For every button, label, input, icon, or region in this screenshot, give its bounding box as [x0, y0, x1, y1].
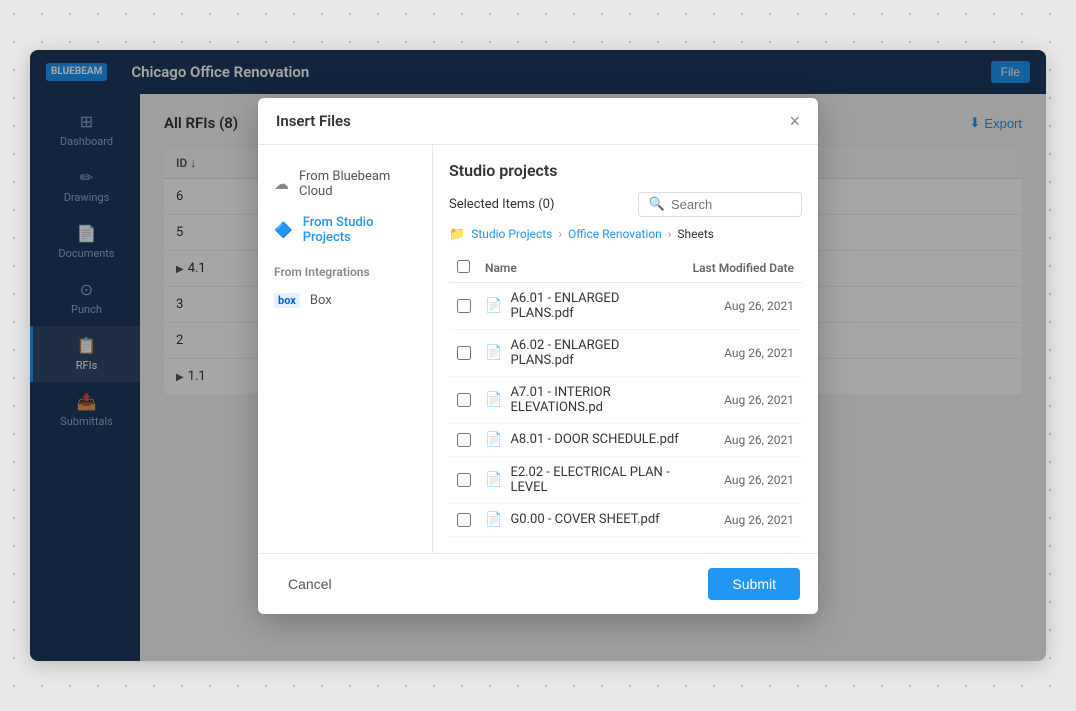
studio-icon: 🔷 [274, 221, 293, 239]
file-check-1 [457, 299, 485, 313]
breadcrumb-sheets: Sheets [677, 227, 714, 241]
insert-files-modal: Insert Files × ☁ From Bluebeam Cloud 🔷 F… [258, 98, 818, 614]
pdf-icon: 📄 [485, 345, 502, 361]
box-logo: box [274, 293, 300, 308]
file-date-4: Aug 26, 2021 [684, 433, 794, 447]
file-checkbox-6[interactable] [457, 513, 471, 527]
file-name-3: A7.01 - INTERIOR ELEVATIONS.pd [510, 385, 684, 415]
breadcrumb-studio-projects[interactable]: Studio Projects [471, 227, 552, 241]
right-panel: Studio projects Selected Items (0) 🔍 📁 S… [433, 145, 818, 553]
left-panel: ☁ From Bluebeam Cloud 🔷 From Studio Proj… [258, 145, 433, 553]
list-item[interactable]: 📄 E2.02 - ELECTRICAL PLAN - LEVEL Aug 26… [449, 457, 802, 504]
file-date-5: Aug 26, 2021 [684, 473, 794, 487]
folder-icon: 📁 [449, 227, 465, 242]
modal-overlay[interactable]: Insert Files × ☁ From Bluebeam Cloud 🔷 F… [30, 50, 1046, 661]
breadcrumb-office-renovation[interactable]: Office Renovation [568, 227, 662, 241]
modal-body: ☁ From Bluebeam Cloud 🔷 From Studio Proj… [258, 145, 818, 553]
file-name-4: A8.01 - DOOR SCHEDULE.pdf [510, 432, 684, 447]
file-check-4 [457, 433, 485, 447]
list-item[interactable]: 📄 G0.00 - COVER SHEET.pdf Aug 26, 2021 [449, 504, 802, 537]
file-list-header: Name Last Modified Date [449, 254, 802, 283]
col-date-header: Last Modified Date [684, 261, 794, 275]
pdf-icon: 📄 [485, 298, 502, 314]
file-checkbox-1[interactable] [457, 299, 471, 313]
studio-projects-label: From Studio Projects [303, 215, 416, 245]
left-panel-item-bluebeam-cloud[interactable]: ☁ From Bluebeam Cloud [258, 161, 432, 207]
file-check-6 [457, 513, 485, 527]
file-date-3: Aug 26, 2021 [684, 393, 794, 407]
file-check-2 [457, 346, 485, 360]
breadcrumb: 📁 Studio Projects › Office Renovation › … [449, 227, 802, 242]
selected-count: Selected Items (0) [449, 197, 554, 212]
pdf-icon: 📄 [485, 472, 502, 488]
breadcrumb-sep-1: › [558, 227, 562, 241]
list-item[interactable]: 📄 A6.02 - ENLARGED PLANS.pdf Aug 26, 202… [449, 330, 802, 377]
file-name-1: A6.01 - ENLARGED PLANS.pdf [510, 291, 684, 321]
list-item[interactable]: 📄 A7.01 - INTERIOR ELEVATIONS.pd Aug 26,… [449, 377, 802, 424]
file-check-5 [457, 473, 485, 487]
search-input[interactable] [671, 197, 791, 212]
pdf-icon: 📄 [485, 512, 502, 528]
file-list: 📄 A6.01 - ENLARGED PLANS.pdf Aug 26, 202… [449, 283, 802, 537]
integrations-label: From Integrations [258, 253, 432, 285]
modal-header: Insert Files × [258, 98, 818, 145]
submit-button[interactable]: Submit [708, 568, 800, 600]
cancel-button[interactable]: Cancel [276, 570, 344, 598]
file-date-1: Aug 26, 2021 [684, 299, 794, 313]
left-panel-item-box[interactable]: box Box [258, 285, 432, 316]
file-name-2: A6.02 - ENLARGED PLANS.pdf [510, 338, 684, 368]
pdf-icon: 📄 [485, 432, 502, 448]
list-item[interactable]: 📄 A8.01 - DOOR SCHEDULE.pdf Aug 26, 2021 [449, 424, 802, 457]
studio-panel-title: Studio projects [449, 161, 802, 180]
modal-title: Insert Files [276, 112, 351, 130]
file-checkbox-2[interactable] [457, 346, 471, 360]
breadcrumb-sep-2: › [668, 227, 672, 241]
selected-items-bar: Selected Items (0) 🔍 [449, 192, 802, 217]
search-icon: 🔍 [649, 197, 665, 212]
list-item[interactable]: 📄 A6.01 - ENLARGED PLANS.pdf Aug 26, 202… [449, 283, 802, 330]
file-date-2: Aug 26, 2021 [684, 346, 794, 360]
file-name-5: E2.02 - ELECTRICAL PLAN - LEVEL [510, 465, 684, 495]
select-all-checkbox[interactable] [457, 260, 470, 273]
pdf-icon: 📄 [485, 392, 502, 408]
file-checkbox-5[interactable] [457, 473, 471, 487]
file-name-6: G0.00 - COVER SHEET.pdf [510, 512, 684, 527]
file-date-6: Aug 26, 2021 [684, 513, 794, 527]
file-checkbox-4[interactable] [457, 433, 471, 447]
modal-close-button[interactable]: × [789, 112, 800, 130]
box-label: Box [310, 293, 332, 308]
app-container: BLUEBEAM Chicago Office Renovation File … [30, 50, 1046, 661]
bluebeam-cloud-label: From Bluebeam Cloud [299, 169, 416, 199]
col-name-header: Name [485, 261, 684, 275]
col-check-header [457, 260, 485, 276]
file-checkbox-3[interactable] [457, 393, 471, 407]
cloud-icon: ☁ [274, 175, 289, 193]
modal-footer: Cancel Submit [258, 553, 818, 614]
search-box[interactable]: 🔍 [638, 192, 802, 217]
file-check-3 [457, 393, 485, 407]
left-panel-item-studio-projects[interactable]: 🔷 From Studio Projects [258, 207, 432, 253]
